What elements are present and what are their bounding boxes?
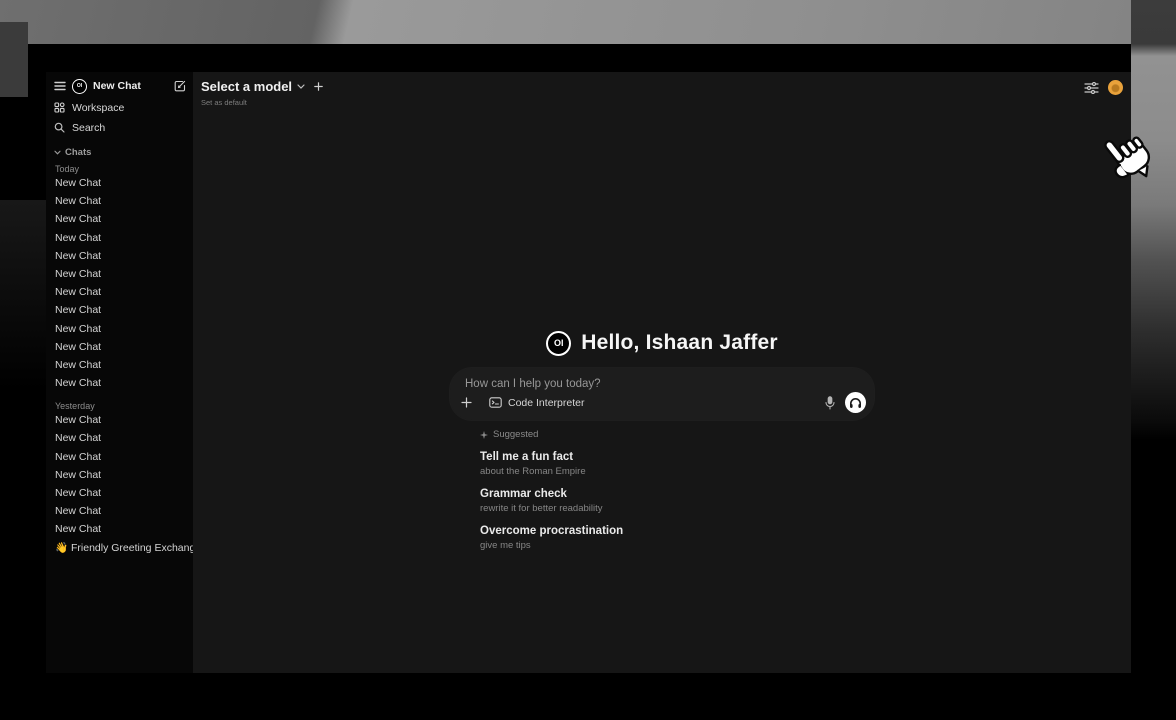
greeting-row: OI Hello, Ishaan Jaffer xyxy=(450,329,874,357)
chat-list-item[interactable]: New Chat xyxy=(46,210,193,228)
voice-mode-button[interactable] xyxy=(845,392,866,413)
chat-list-item[interactable]: New Chat xyxy=(46,174,193,192)
chat-list-item[interactable]: New Chat xyxy=(46,229,193,247)
sidebar-title: New Chat xyxy=(93,80,141,92)
sparkle-icon xyxy=(480,431,488,439)
search-label: Search xyxy=(72,122,105,134)
workspace-grid-icon xyxy=(54,102,65,113)
suggestion-title: Grammar check xyxy=(480,487,874,501)
chats-section-toggle[interactable]: Chats xyxy=(54,147,187,158)
chat-list-item[interactable]: New Chat xyxy=(46,429,193,447)
suggestion-subtitle: rewrite it for better readability xyxy=(480,503,874,514)
attach-plus-icon[interactable] xyxy=(461,397,472,408)
chevron-down-icon xyxy=(297,84,305,89)
app-top-strip xyxy=(46,44,1131,72)
chat-list-item[interactable]: New Chat xyxy=(46,265,193,283)
add-model-icon[interactable] xyxy=(314,82,323,91)
code-interpreter-label: Code Interpreter xyxy=(508,397,584,409)
set-as-default-link[interactable]: Set as default xyxy=(201,98,323,107)
suggested-label: Suggested xyxy=(493,429,538,440)
workspace-label: Workspace xyxy=(72,102,124,114)
code-interpreter-toggle[interactable]: Code Interpreter xyxy=(489,397,584,409)
sidebar-item-search[interactable]: Search xyxy=(54,121,187,134)
chat-list-item[interactable]: New Chat xyxy=(46,192,193,210)
chat-list-item[interactable]: New Chat xyxy=(46,301,193,319)
suggested-header: Suggested xyxy=(480,429,874,440)
sidebar: OI New Chat Workspace Search xyxy=(46,72,193,673)
user-avatar[interactable] xyxy=(1108,80,1123,95)
greeting-text: Hello, Ishaan Jaffer xyxy=(581,331,778,355)
app-logo-icon: OI xyxy=(72,79,87,94)
wallpaper-left-shade xyxy=(0,200,46,390)
wallpaper-right-band xyxy=(1131,0,1176,440)
wallpaper-top-band xyxy=(0,0,1131,44)
suggestion-title: Tell me a fun fact xyxy=(480,450,874,464)
chat-list-item[interactable]: New Chat xyxy=(46,466,193,484)
app-logo-icon: OI xyxy=(546,331,571,356)
chat-group-label-yesterday: Yesterday xyxy=(55,401,187,411)
sidebar-item-workspace[interactable]: Workspace xyxy=(54,101,187,114)
new-chat-icon[interactable] xyxy=(174,80,186,92)
microphone-icon[interactable] xyxy=(825,396,835,410)
chat-group-label-today: Today xyxy=(55,164,187,174)
suggested-section: Suggested Tell me a fun fact about the R… xyxy=(480,429,874,551)
suggestion-subtitle: give me tips xyxy=(480,540,874,551)
chat-list-item[interactable]: New Chat xyxy=(46,502,193,520)
chat-list-item[interactable]: New Chat xyxy=(46,520,193,538)
search-icon xyxy=(54,122,65,133)
suggestion-item[interactable]: Grammar check rewrite it for better read… xyxy=(480,487,874,514)
chevron-down-icon xyxy=(54,150,61,155)
suggestion-title: Overcome procrastination xyxy=(480,524,874,538)
settings-sliders-icon[interactable] xyxy=(1084,82,1099,94)
headphones-icon xyxy=(849,397,862,409)
chat-list-item[interactable]: New Chat xyxy=(46,320,193,338)
model-selector-label: Select a model xyxy=(201,79,292,94)
chat-list-item[interactable]: New Chat xyxy=(46,247,193,265)
suggestion-item[interactable]: Overcome procrastination give me tips xyxy=(480,524,874,551)
app-window: OI New Chat Workspace Search xyxy=(46,44,1131,673)
chat-list-item[interactable]: New Chat xyxy=(46,484,193,502)
code-interpreter-icon xyxy=(489,397,502,408)
sidebar-header: OI New Chat xyxy=(54,78,186,94)
chat-input-box[interactable]: Code Interpreter xyxy=(450,368,874,420)
chat-list-item[interactable]: New Chat xyxy=(46,448,193,466)
chat-list-item[interactable]: New Chat xyxy=(46,374,193,392)
model-selector[interactable]: Select a model Set as default xyxy=(201,79,323,107)
chat-input[interactable] xyxy=(463,374,861,394)
suggestion-item[interactable]: Tell me a fun fact about the Roman Empir… xyxy=(480,450,874,477)
wallpaper-left-block xyxy=(0,22,28,97)
chat-list-item[interactable]: New Chat xyxy=(46,411,193,429)
chats-section-label: Chats xyxy=(65,147,91,158)
chat-list-item[interactable]: New Chat xyxy=(46,283,193,301)
chat-list-item-friendly-greeting[interactable]: 👋 Friendly Greeting Exchange xyxy=(46,539,193,557)
sidebar-toggle-icon[interactable] xyxy=(54,81,66,91)
main-area: Select a model Set as default xyxy=(193,72,1131,673)
chat-list-item[interactable]: New Chat xyxy=(46,356,193,374)
suggestion-subtitle: about the Roman Empire xyxy=(480,466,874,477)
chat-list-item[interactable]: New Chat xyxy=(46,338,193,356)
